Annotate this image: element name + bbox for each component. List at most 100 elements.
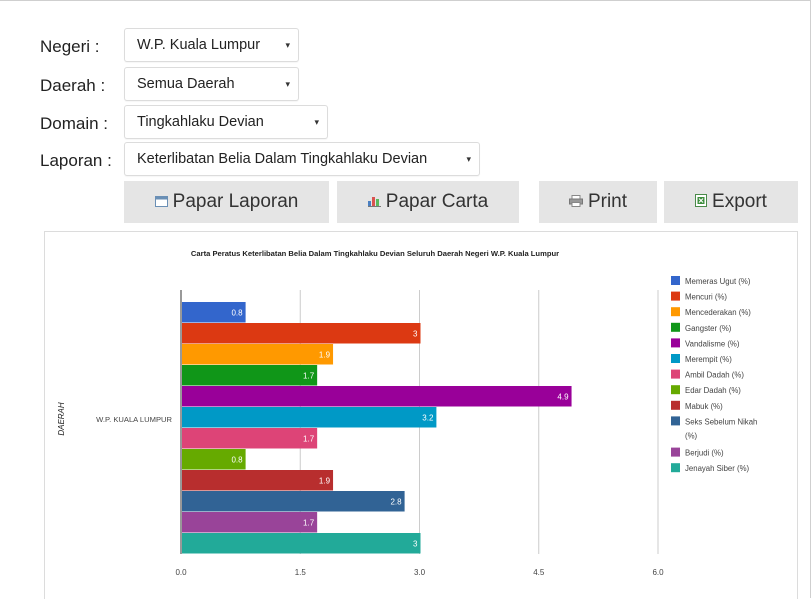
bar [182,365,318,386]
legend-label: Mencederakan (%) [685,308,751,317]
export-button[interactable]: Export [664,181,798,223]
legend-swatch [671,463,680,473]
papar-laporan-button[interactable]: Papar Laporan [124,181,329,223]
daerah-select[interactable]: Semua Daerah ▾ [124,67,299,101]
daerah-label: Daerah : [40,76,106,95]
legend-item: Mabuk (%) [671,400,723,411]
legend-label: Mabuk (%) [685,402,723,411]
legend-item: Gangster (%) [671,322,732,333]
category-label: W.P. KUALA LUMPUR [96,415,172,424]
legend-label: Merempit (%) [685,355,732,364]
dropdown-caret-icon: ▾ [285,40,290,50]
spreadsheet-icon [695,181,708,223]
bar-value-label: 4.9 [557,392,569,401]
legend-label: Gangster (%) [685,324,732,333]
legend-swatch [671,276,680,285]
export-label: Export [712,191,767,213]
chart-tick-labels: 0.0 1.5 3.0 4.5 6.0 [175,568,664,577]
chart-bars: 0.8 3 1.9 1.7 4.9 3.2 1.7 0.8 1.9 2.8 1.7 3 [182,302,572,554]
bar [182,470,334,491]
bar-value-label: 0.8 [231,455,243,464]
x-tick-label: 0.0 [175,568,187,577]
legend-swatch [671,385,680,395]
daerah-select-value: Semua Daerah [137,76,235,92]
legend-label: Ambil Dadah (%) [685,371,744,380]
bar-value-label: 3.2 [422,413,434,422]
legend-swatch [671,447,680,457]
legend-swatch [671,291,680,301]
y-axis-title: DAERAH [57,402,66,436]
chart-legend: Memeras Ugut (%) Mencuri (%) Mencederakan … [671,276,757,473]
papar-laporan-label: Papar Laporan [172,191,299,213]
bar-value-label: 1.7 [303,518,315,527]
bar-value-label: 1.7 [303,371,315,380]
bar-chart: 0.8 3 1.9 1.7 4.9 3.2 1.7 0.8 1.9 2.8 1.7 3 0.0 1.5 3… [57,249,757,577]
x-tick-label: 1.5 [295,568,307,577]
bar-value-label: 1.9 [319,476,331,485]
dropdown-caret-icon: ▾ [314,117,319,127]
bar [182,323,421,344]
negeri-select[interactable]: W.P. Kuala Lumpur ▾ [124,28,299,62]
legend-item: Jenayah Siber (%) [671,463,750,473]
laporan-label: Laporan : [40,151,112,170]
laporan-select[interactable]: Keterlibatan Belia Dalam Tingkahlaku Dev… [124,142,480,176]
print-label: Print [587,191,628,213]
legend-label: Mencuri (%) [685,293,727,302]
dropdown-caret-icon: ▾ [285,79,290,89]
bar-value-label: 1.7 [303,434,315,443]
bar-value-label: 3 [413,539,418,548]
legend-swatch [671,416,680,426]
legend-swatch [671,307,680,317]
chart-title: Carta Peratus Keterlibatan Belia Dalam T… [191,249,559,258]
legend-label: Berjudi (%) [685,449,724,458]
bar [182,386,572,407]
bar [182,428,318,449]
legend-swatch [671,322,680,332]
domain-select[interactable]: Tingkahlaku Devian ▾ [124,105,328,139]
papar-carta-label: Papar Carta [385,191,489,213]
legend-label: Memeras Ugut (%) [685,277,751,286]
report-icon [154,181,168,223]
legend-swatch [671,400,680,410]
domain-label: Domain : [40,114,109,133]
legend-label: (%) [685,431,698,440]
legend-label: Vandalisme (%) [685,339,740,348]
legend-label: Edar Dadah (%) [685,386,741,395]
bar [182,344,334,365]
legend-item: Seks Sebelum Nikah (%) [671,416,757,440]
print-button[interactable]: Print [539,181,657,223]
negeri-select-value: W.P. Kuala Lumpur [137,37,261,53]
x-tick-label: 4.5 [533,568,545,577]
bar-value-label: 1.9 [319,350,331,359]
bar-chart-icon [367,181,381,223]
legend-swatch [671,369,680,379]
bar [182,512,318,533]
legend-label: Seks Sebelum Nikah [685,417,757,426]
legend-swatch [671,338,680,348]
legend-swatch [671,354,680,363]
bar [182,491,405,512]
papar-carta-button[interactable]: Papar Carta [337,181,519,223]
legend-item: Merempit (%) [671,354,732,364]
bar [182,533,421,554]
legend-item: Vandalisme (%) [671,338,740,348]
legend-item: Memeras Ugut (%) [671,276,751,286]
domain-select-value: Tingkahlaku Devian [137,114,264,130]
bar-value-label: 2.8 [390,497,402,506]
bar-value-label: 3 [413,329,418,338]
negeri-label: Negeri : [40,37,100,56]
legend-item: Ambil Dadah (%) [671,369,744,380]
laporan-select-value: Keterlibatan Belia Dalam Tingkahlaku Dev… [137,151,428,167]
x-tick-label: 3.0 [414,568,426,577]
chart-panel: 0.8 3 1.9 1.7 4.9 3.2 1.7 0.8 1.9 2.8 1.7 3 0.0 1.5 3… [44,231,798,599]
bar [182,407,437,428]
legend-label: Jenayah Siber (%) [685,464,750,473]
legend-item: Berjudi (%) [671,447,724,458]
printer-icon [568,181,583,223]
legend-item: Edar Dadah (%) [671,385,741,395]
x-tick-label: 6.0 [652,568,664,577]
legend-item: Mencuri (%) [671,291,727,302]
bar-value-label: 0.8 [231,308,243,317]
legend-item: Mencederakan (%) [671,307,751,317]
dropdown-caret-icon: ▾ [466,154,471,164]
